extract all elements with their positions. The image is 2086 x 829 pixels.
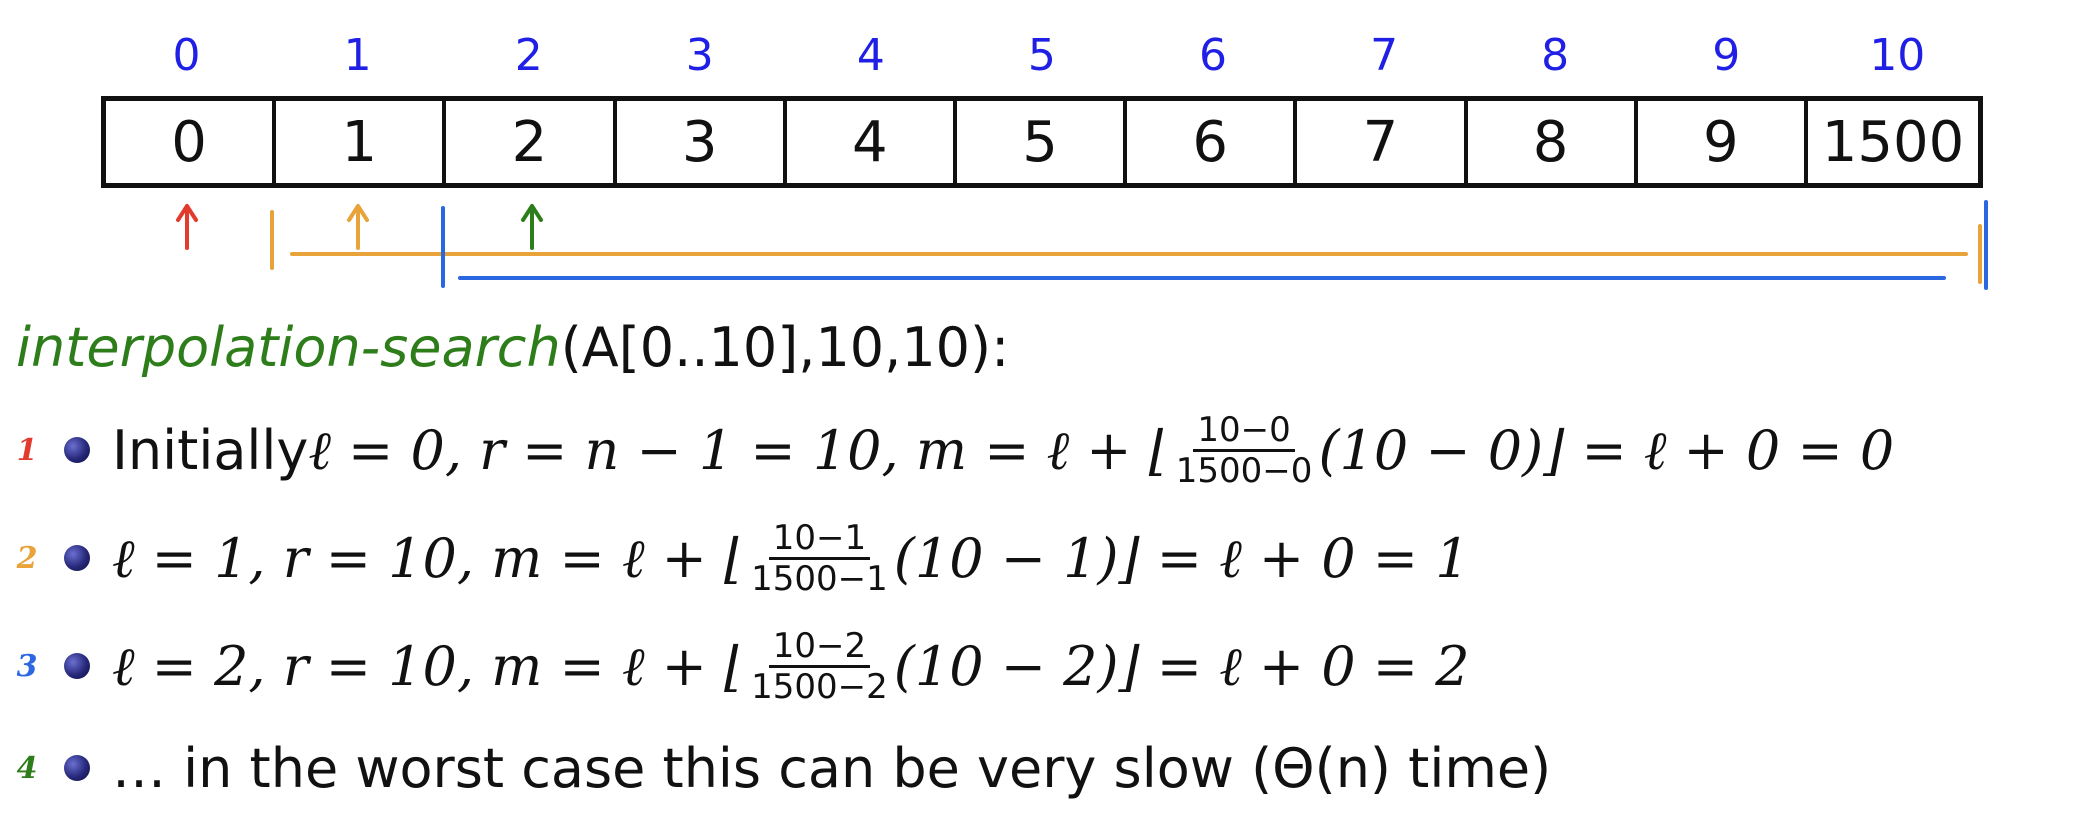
- fraction: 10−0 1500−0: [1172, 411, 1317, 490]
- fraction-denominator: 1500−0: [1175, 450, 1313, 491]
- array-cell: 1500: [1821, 109, 1965, 175]
- step-text: … in the worst case this can be very slo…: [112, 736, 1552, 800]
- index-label: 10: [1869, 30, 1926, 81]
- step-text: ℓ = 1, r = 10, m = ℓ + ⌊ 10−1 1500−1 (10 …: [112, 519, 1470, 598]
- step-result: (10 − 0)⌋ = ℓ + 0 = 0: [1318, 418, 1895, 482]
- index-label: 1: [343, 30, 372, 81]
- step-result: (10 − 2)⌋ = ℓ + 0 = 2: [893, 634, 1470, 698]
- index-label: 7: [1370, 30, 1399, 81]
- array-cell: 6: [1127, 101, 1298, 183]
- index-label: 0: [172, 30, 201, 81]
- bullet-icon: [64, 755, 90, 781]
- index-label: 5: [1027, 30, 1056, 81]
- fraction-numerator: 10−0: [1193, 411, 1295, 452]
- fraction-denominator: 1500−2: [751, 666, 888, 707]
- array-cell: 2: [446, 101, 617, 183]
- index-label: 8: [1541, 30, 1570, 81]
- bullet-icon: [64, 545, 90, 571]
- step-text: Initially ℓ = 0, r = n − 1 = 10, m = ℓ +…: [112, 411, 1894, 490]
- array-cell: 0: [106, 101, 277, 183]
- function-call: interpolation-search(A[0..10],10,10):: [16, 308, 1009, 388]
- step-result: (10 − 1)⌋ = ℓ + 0 = 1: [893, 526, 1470, 590]
- fraction-numerator: 10−1: [768, 519, 871, 560]
- function-args: (A[0..10],10,10):: [560, 316, 1010, 379]
- step-marker: 2: [16, 540, 38, 576]
- fraction-numerator: 10−2: [768, 627, 871, 668]
- step-2: 2 ℓ = 1, r = 10, m = ℓ + ⌊ 10−1 1500−1 (1…: [0, 508, 2086, 608]
- function-name: interpolation-search: [16, 316, 561, 379]
- fraction: 10−2 1500−2: [747, 627, 892, 706]
- step-4: 4 … in the worst case this can be very s…: [0, 718, 2086, 818]
- array-cell: 7: [1297, 101, 1468, 183]
- step-lead: Initially: [112, 418, 309, 482]
- index-label: 9: [1712, 30, 1741, 81]
- pointer-annotations: [176, 200, 1988, 290]
- array-cells: 0 1 2 3 4 5 6 7 8 9 1500: [101, 96, 1983, 188]
- array-cell: 9: [1638, 101, 1808, 183]
- index-label: 2: [514, 30, 543, 81]
- array-cell: 4: [787, 101, 957, 183]
- array-cell: 8: [1468, 101, 1638, 183]
- step-vars: ℓ = 0, r = n − 1 = 10, m = ℓ + ⌊: [308, 418, 1170, 482]
- index-label: 4: [856, 30, 885, 81]
- step-vars: ℓ = 2, r = 10, m = ℓ + ⌊: [112, 634, 746, 698]
- index-row: 0 1 2 3 4 5 6 7 8 9 10: [101, 28, 1983, 84]
- step-marker: 1: [16, 432, 38, 468]
- index-label: 6: [1199, 30, 1227, 81]
- step-vars: ℓ = 1, r = 10, m = ℓ + ⌊: [112, 526, 746, 590]
- index-label: 3: [685, 30, 714, 81]
- step-1: 1 Initially ℓ = 0, r = n − 1 = 10, m = ℓ…: [0, 400, 2086, 500]
- step-marker: 4: [16, 750, 38, 786]
- fraction: 10−1 1500−1: [747, 519, 892, 598]
- fraction-denominator: 1500−1: [751, 558, 888, 599]
- array-cell: 1: [276, 101, 447, 183]
- array-cell: 3: [617, 101, 787, 183]
- array-cell: 5: [957, 101, 1128, 183]
- bullet-icon: [64, 437, 90, 463]
- step-text: ℓ = 2, r = 10, m = ℓ + ⌊ 10−2 1500−2 (10 …: [112, 627, 1470, 706]
- step-3: 3 ℓ = 2, r = 10, m = ℓ + ⌊ 10−2 1500−2 (1…: [0, 616, 2086, 716]
- bullet-icon: [64, 653, 90, 679]
- step-marker: 3: [16, 648, 38, 684]
